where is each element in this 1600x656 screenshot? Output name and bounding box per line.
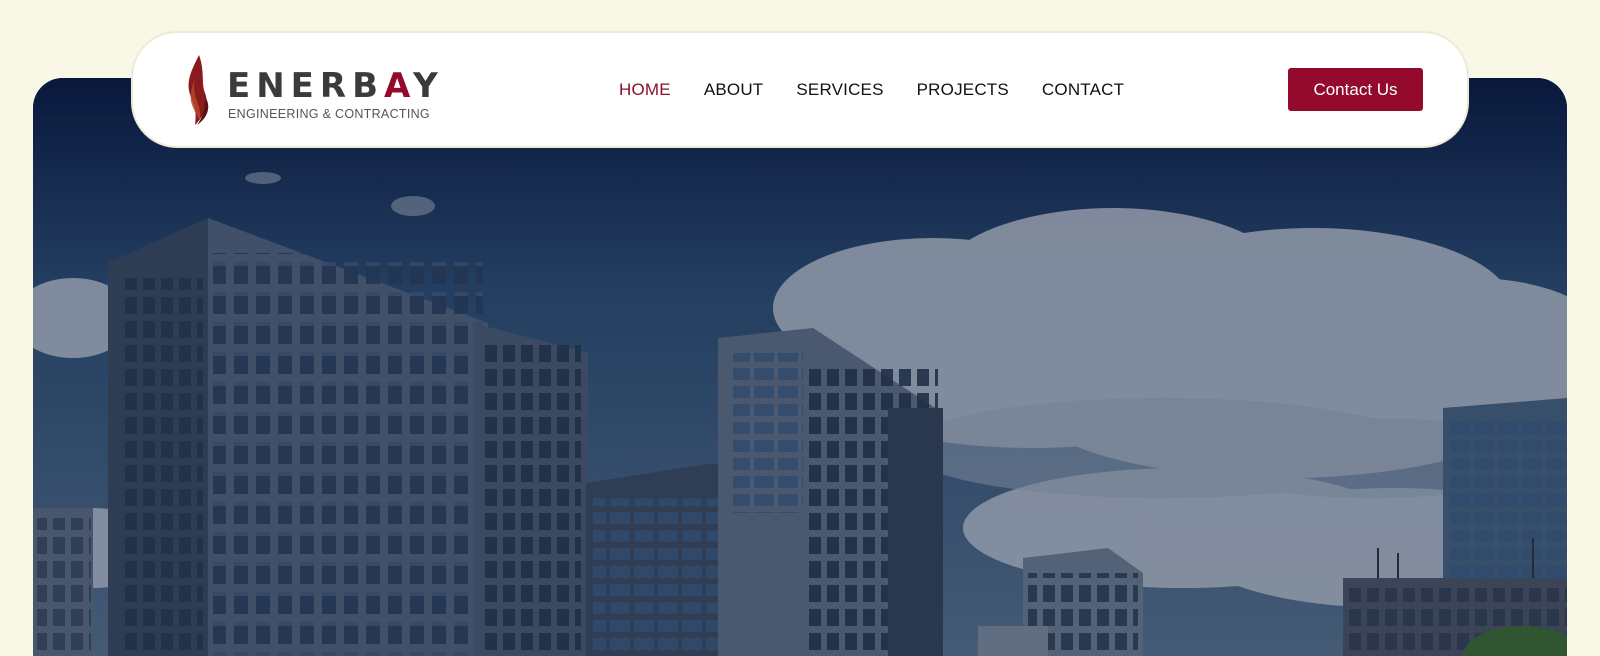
brand-name: ENERBAY [227, 66, 444, 106]
main-nav: HOME ABOUT SERVICES PROJECTS CONTACT [619, 33, 1124, 146]
brand-tagline: ENGINEERING & CONTRACTING [228, 107, 430, 121]
hero-overlay [33, 78, 1567, 656]
site-header: ENERBAY ENGINEERING & CONTRACTING HOME A… [133, 33, 1467, 146]
nav-item-contact[interactable]: CONTACT [1042, 80, 1124, 100]
contact-us-button[interactable]: Contact Us [1288, 68, 1423, 111]
hero-image [33, 78, 1567, 656]
flame-logo-icon [188, 55, 209, 125]
brand-logo[interactable]: ENERBAY ENGINEERING & CONTRACTING [183, 53, 438, 129]
nav-item-services[interactable]: SERVICES [796, 80, 883, 100]
nav-item-about[interactable]: ABOUT [704, 80, 764, 100]
nav-item-projects[interactable]: PROJECTS [917, 80, 1009, 100]
nav-item-home[interactable]: HOME [619, 80, 671, 100]
